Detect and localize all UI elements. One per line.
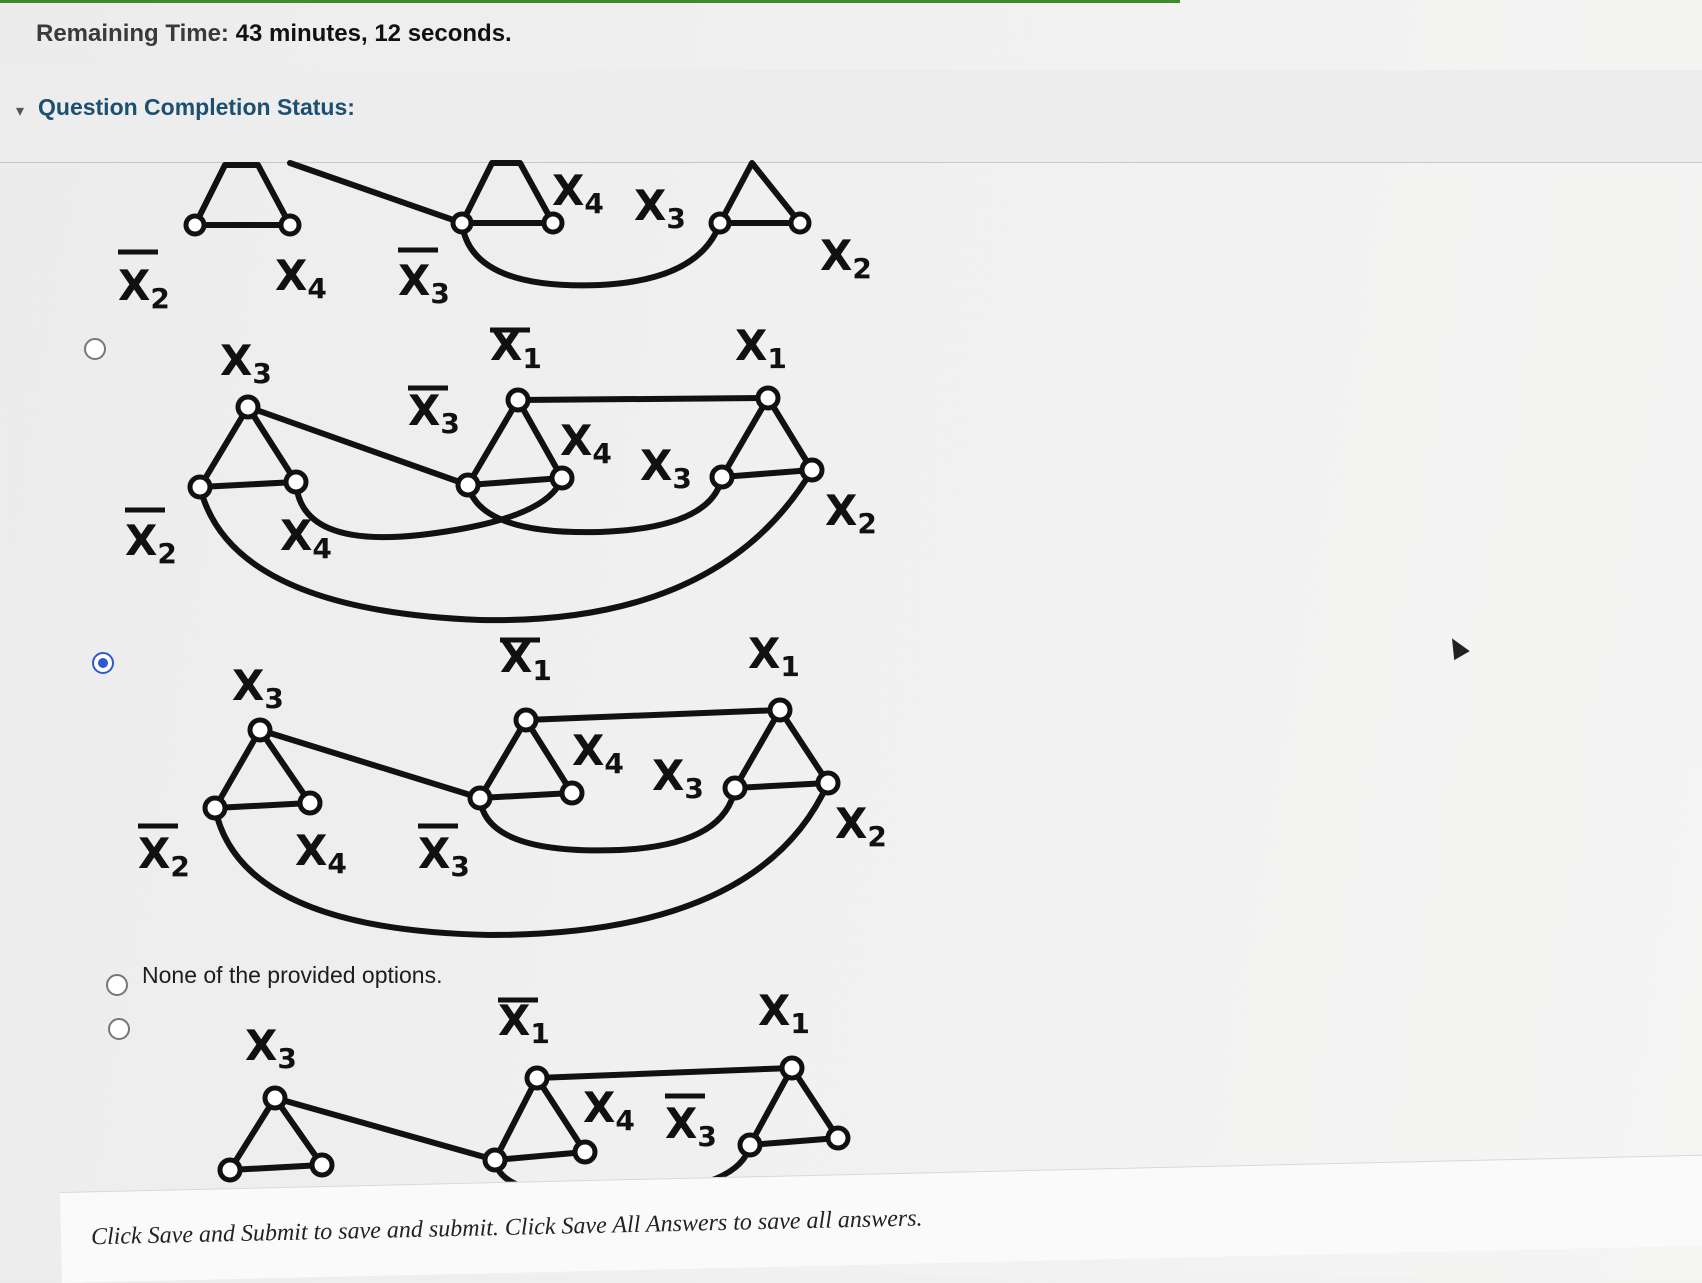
svg-text:X4: X4 — [560, 416, 612, 470]
svg-text:X2: X2 — [825, 486, 877, 540]
svg-text:X3: X3 — [232, 661, 284, 715]
label-x4: X4 — [275, 251, 327, 305]
svg-text:X3: X3 — [418, 829, 470, 883]
graph-figure-d: X3 X1 X1 X4 X3 — [217, 986, 851, 1199]
svg-text:X3: X3 — [408, 386, 460, 440]
question-graph-figures: X2 X4 X3 X4 X3 X2 X3 X1 X1 X3 X4 X3 X2 X… — [118, 160, 887, 1199]
svg-text:X1: X1 — [758, 986, 810, 1040]
graph-figure-a: X3 X1 X1 X3 X4 X3 X2 X4 X2 — [125, 321, 877, 624]
svg-text:X3: X3 — [665, 1099, 717, 1153]
submit-instructions-text: Click Save and Submit to save and submit… — [90, 1205, 923, 1251]
svg-text:X2: X2 — [835, 799, 887, 853]
graph-figure-top: X2 X4 X3 X4 X3 X2 — [118, 160, 872, 315]
svg-text:X3: X3 — [652, 751, 704, 805]
label-x3-right: X3 — [634, 181, 686, 235]
svg-text:X4: X4 — [583, 1083, 635, 1137]
label-x2-right: X2 — [820, 231, 872, 285]
svg-text:X3: X3 — [245, 1021, 297, 1075]
svg-text:X4: X4 — [280, 511, 332, 565]
svg-text:X2: X2 — [125, 516, 177, 570]
graph-figure-b: X3 X1 X1 X4 X3 X2 X4 X3 X2 — [138, 629, 887, 938]
svg-text:X1: X1 — [748, 629, 800, 683]
label-x4-right: X4 — [552, 166, 604, 220]
svg-text:X1: X1 — [498, 996, 550, 1050]
svg-text:X2: X2 — [138, 829, 190, 883]
svg-text:X4: X4 — [572, 726, 624, 780]
label-x3-bar: X3 — [398, 256, 450, 310]
svg-text:X1: X1 — [735, 321, 787, 375]
label-x2-bar: X2 — [118, 261, 170, 315]
svg-text:X4: X4 — [295, 826, 347, 880]
svg-text:X3: X3 — [640, 441, 692, 495]
svg-text:X3: X3 — [220, 336, 272, 390]
